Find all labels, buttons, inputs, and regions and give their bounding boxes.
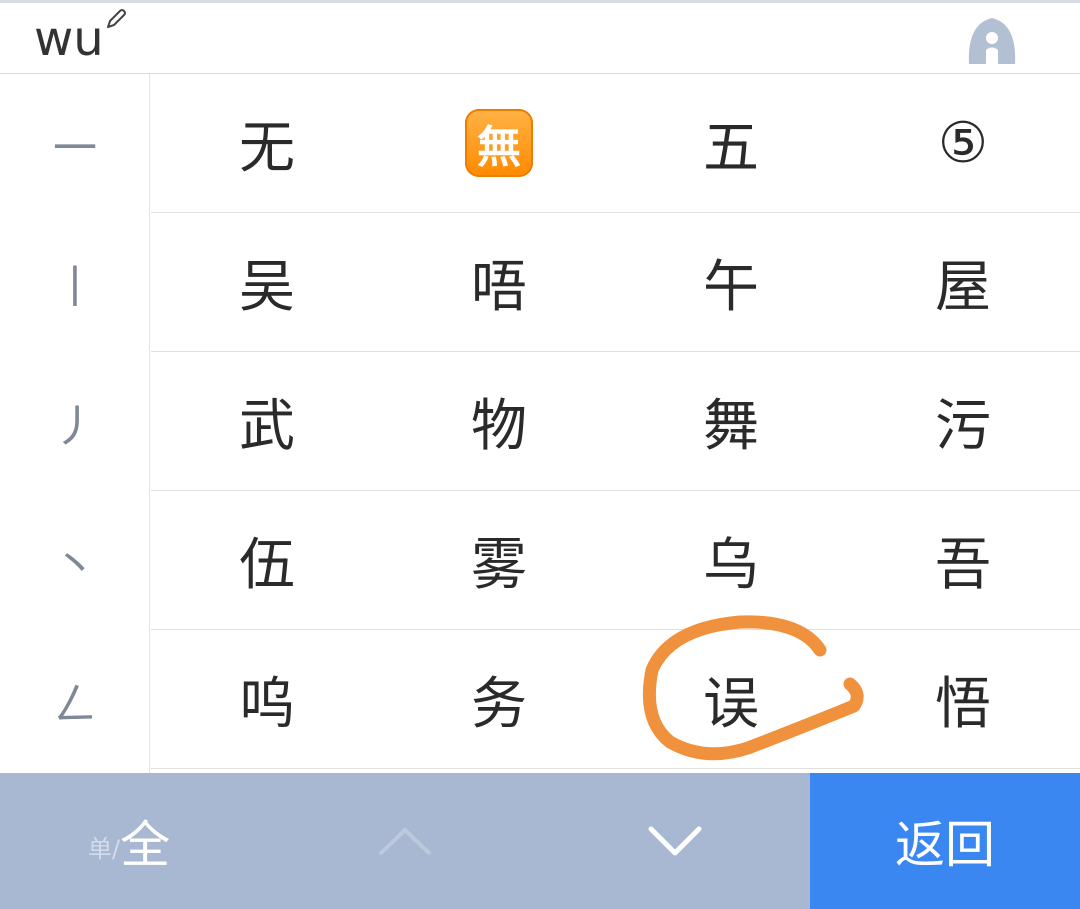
candidate-cell[interactable]: 雾	[383, 491, 615, 629]
toggle-full-label: 全	[120, 816, 171, 874]
candidate-row: 伍 雾 乌 吾	[151, 491, 1080, 630]
candidate-row: 武 物 舞 污	[151, 352, 1080, 491]
candidate-cell[interactable]: 污	[847, 352, 1079, 490]
candidate-cell[interactable]: 吴	[151, 213, 383, 351]
stroke-zhe[interactable]: ㄥ	[0, 630, 150, 769]
bottom-toolbar: 单/ 全 返回	[0, 773, 1080, 909]
candidate-grid: 无 無 五 ⑤ 吴 唔 午 屋 武 物 舞 污 伍 雾 乌 吾 呜 务 误 悟	[151, 74, 1080, 773]
candidate-cell[interactable]: 屋	[847, 213, 1079, 351]
page-down-button[interactable]	[615, 773, 735, 909]
candidate-cell[interactable]: 物	[383, 352, 615, 490]
stroke-filter-column: 一 丨 丿 丶 ㄥ	[0, 74, 150, 773]
candidate-cell[interactable]: 午	[615, 213, 847, 351]
candidate-cell[interactable]: 乌	[615, 491, 847, 629]
candidate-emoji-cell[interactable]: 無	[383, 74, 615, 212]
pinyin-input-text[interactable]: wu	[34, 13, 104, 65]
candidate-cell[interactable]: 武	[151, 352, 383, 490]
stroke-heng[interactable]: 一	[0, 74, 150, 213]
pencil-icon[interactable]	[104, 7, 128, 31]
emoji-candidate-tile: 無	[465, 109, 533, 177]
stroke-shu[interactable]: 丨	[0, 213, 150, 352]
candidate-cell[interactable]: 呜	[151, 630, 383, 768]
stroke-pie[interactable]: 丿	[0, 352, 150, 491]
ai-assistant-icon[interactable]	[963, 12, 1021, 70]
chevron-down-icon	[648, 826, 702, 856]
chevron-up-icon	[379, 828, 431, 855]
candidate-cell[interactable]: 舞	[615, 352, 847, 490]
candidate-cell[interactable]: 务	[383, 630, 615, 768]
candidate-cell[interactable]: 唔	[383, 213, 615, 351]
candidate-cell[interactable]: ⑤	[847, 74, 1079, 212]
pinyin-bar: wu	[0, 3, 1080, 74]
candidate-cell[interactable]: 悟	[847, 630, 1079, 768]
return-button[interactable]: 返回	[810, 773, 1080, 909]
single-full-width-toggle[interactable]: 单/ 全	[88, 773, 170, 909]
candidate-cell[interactable]: 无	[151, 74, 383, 212]
candidate-row: 吴 唔 午 屋	[151, 213, 1080, 352]
candidate-cell[interactable]: 吾	[847, 491, 1079, 629]
toggle-single-label: 单/	[88, 834, 121, 863]
candidate-cell[interactable]: 五	[615, 74, 847, 212]
candidate-row: 无 無 五 ⑤	[151, 74, 1080, 213]
candidate-row: 呜 务 误 悟	[151, 630, 1080, 769]
page-up-button[interactable]	[345, 773, 465, 909]
stroke-dian[interactable]: 丶	[0, 491, 150, 630]
keyboard-candidate-panel: wu 一 丨 丿 丶 ㄥ 无 無 五 ⑤ 吴 唔 午 屋 武 物 舞 污 伍 雾…	[0, 0, 1080, 909]
candidate-cell-highlighted[interactable]: 误	[615, 630, 847, 768]
candidate-cell[interactable]: 伍	[151, 491, 383, 629]
